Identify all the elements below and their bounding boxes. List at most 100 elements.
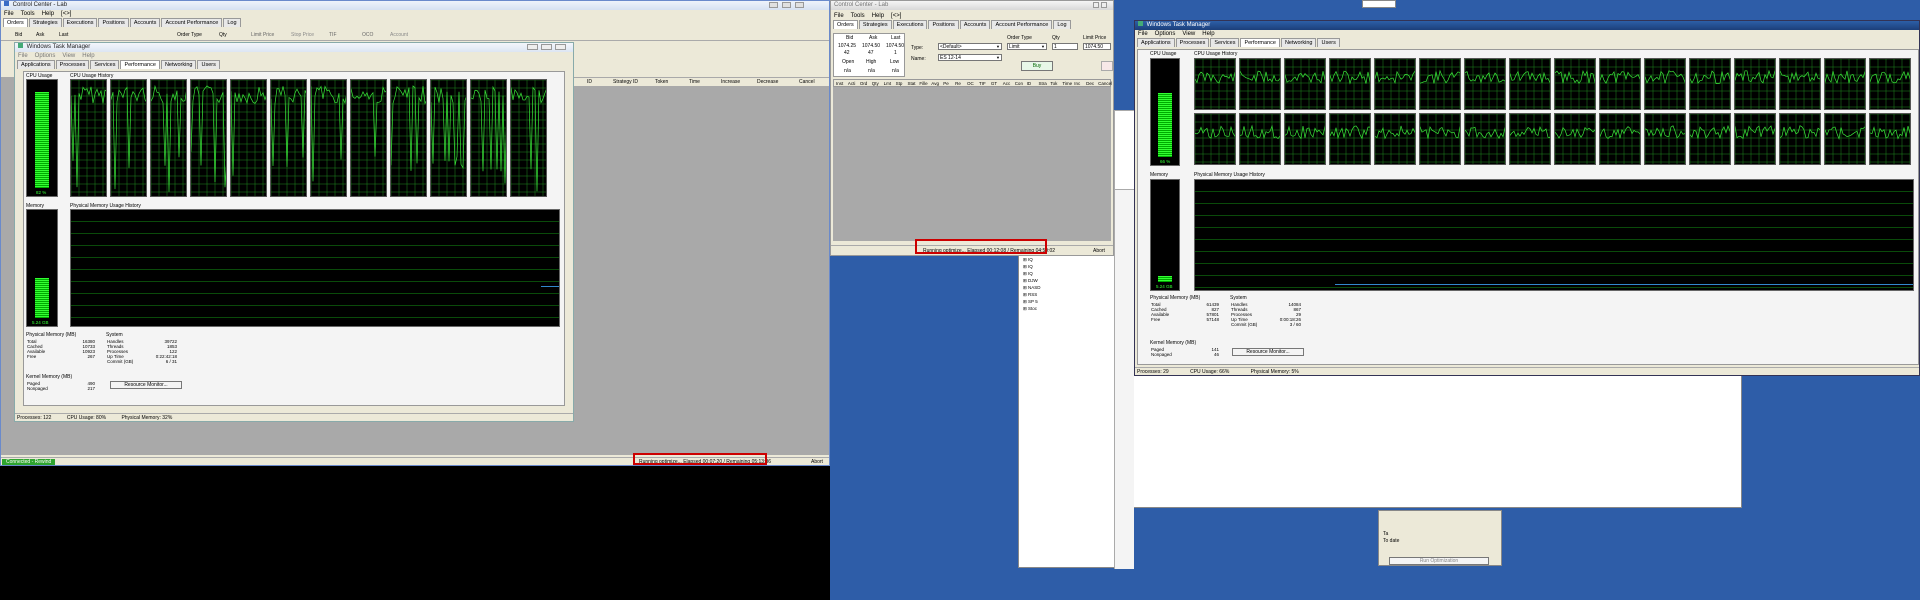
- left_tm-menu-help[interactable]: Help: [82, 52, 94, 60]
- grid-col-dec[interactable]: Dec: [1086, 81, 1094, 86]
- tab-networking[interactable]: Networking: [1280, 38, 1317, 47]
- close-icon[interactable]: [1101, 2, 1107, 8]
- right_tm-menu-file[interactable]: File: [1138, 30, 1148, 38]
- right_tm-menu-view[interactable]: View: [1182, 30, 1195, 38]
- sell-button[interactable]: [1101, 61, 1113, 71]
- tree-item[interactable]: ⊞ NASD: [1023, 285, 1041, 292]
- grid-col-fille[interactable]: Fille: [919, 81, 927, 86]
- cpu-pct-value: 66 %: [1160, 159, 1171, 164]
- type-select[interactable]: <Default> ▼: [938, 43, 1002, 50]
- tab-executions[interactable]: Executions: [62, 18, 98, 27]
- maximize-icon[interactable]: [541, 44, 552, 50]
- tab-strategies[interactable]: Strategies: [28, 18, 62, 27]
- grid-col-re[interactable]: Re: [955, 81, 961, 86]
- resource-monitor-button[interactable]: Resource Monitor...: [110, 381, 182, 389]
- right_tm-menu-help[interactable]: Help: [1202, 30, 1214, 38]
- tree-item[interactable]: ⊞ Stoc: [1023, 306, 1041, 313]
- tab-account-performance[interactable]: Account Performance: [161, 18, 223, 27]
- memory-label: Memory: [1150, 172, 1169, 178]
- qty-stepper[interactable]: 1: [1052, 43, 1078, 50]
- grid-col-con[interactable]: Con: [1015, 81, 1023, 86]
- mid_app-menu-tools[interactable]: Tools: [851, 12, 865, 20]
- grid-col-gt[interactable]: GT: [991, 81, 997, 86]
- tab-processes[interactable]: Processes: [55, 60, 90, 69]
- grid-col-time[interactable]: Time: [1062, 81, 1072, 86]
- grid-col-stat[interactable]: Stat: [907, 81, 915, 86]
- grid-col-ord[interactable]: Ord: [860, 81, 868, 86]
- name-select[interactable]: ES 12-14 ▼: [938, 54, 1002, 61]
- tab-users[interactable]: Users: [1317, 38, 1340, 47]
- tab-executions[interactable]: Executions: [892, 20, 928, 29]
- tab-account-performance[interactable]: Account Performance: [991, 20, 1053, 29]
- left_tm-menu-file[interactable]: File: [18, 52, 28, 60]
- grid-col-avg[interactable]: Avg: [931, 81, 939, 86]
- tree-item[interactable]: ⊞ IQ: [1023, 257, 1041, 264]
- tree-item[interactable]: ⊞ SP 5: [1023, 299, 1041, 306]
- tab-orders[interactable]: Orders: [833, 20, 858, 29]
- grid-col-stp[interactable]: Stp: [896, 81, 903, 86]
- grid-col-oc[interactable]: OC: [967, 81, 974, 86]
- tab-performance[interactable]: Performance: [1240, 38, 1280, 47]
- order-type-select[interactable]: Limit ▼: [1007, 43, 1047, 50]
- resource-monitor-button[interactable]: Resource Monitor...: [1232, 348, 1304, 356]
- minimize-icon[interactable]: [527, 44, 538, 50]
- tab-processes[interactable]: Processes: [1175, 38, 1210, 47]
- grid-col-inst[interactable]: Inst: [836, 81, 843, 86]
- tab-log[interactable]: Log: [1053, 20, 1071, 29]
- grid-col-inc[interactable]: Inc: [1074, 81, 1080, 86]
- tab-accounts[interactable]: Accounts: [129, 18, 161, 27]
- tab-orders[interactable]: Orders: [3, 18, 28, 27]
- tab-networking[interactable]: Networking: [160, 60, 197, 69]
- mid_app-menu-[interactable]: [<>]: [891, 12, 901, 20]
- left-abort-button[interactable]: Abort: [811, 459, 823, 465]
- grid-col-acti[interactable]: Acti: [848, 81, 856, 86]
- tab-services[interactable]: Services: [1210, 38, 1240, 47]
- tab-accounts[interactable]: Accounts: [959, 20, 991, 29]
- grid-col-stra[interactable]: Stra: [1039, 81, 1047, 86]
- tab-log[interactable]: Log: [223, 18, 241, 27]
- mid_app-menu-file[interactable]: File: [834, 12, 844, 20]
- grid-col-lmt[interactable]: Lmt: [884, 81, 892, 86]
- kernel-mem-table: Paged 141 Nonpaged 46: [1150, 347, 1220, 357]
- grid-col-cancel[interactable]: Cancel: [1098, 81, 1112, 86]
- mid_app-menu-help[interactable]: Help: [872, 12, 884, 20]
- tab-positions[interactable]: Positions: [98, 18, 129, 27]
- grid-col-qty[interactable]: Qty: [872, 81, 879, 86]
- limit-price-input[interactable]: 1074.50: [1083, 43, 1111, 50]
- tab-users[interactable]: Users: [197, 60, 220, 69]
- tree-item[interactable]: ⊞ DJW: [1023, 278, 1041, 285]
- grid-col-acc[interactable]: Acc: [1003, 81, 1011, 86]
- tree-item[interactable]: ⊞ IQ: [1023, 271, 1041, 278]
- tab-performance[interactable]: Performance: [120, 60, 160, 69]
- grid-col-id[interactable]: ID: [1027, 81, 1032, 86]
- left_tm-menu-options[interactable]: Options: [35, 52, 56, 60]
- tab-applications[interactable]: Applications: [17, 60, 55, 69]
- grid-col-pe[interactable]: Pe: [943, 81, 949, 86]
- left_app-menu-[interactable]: [<>]: [61, 10, 71, 18]
- left_app-menu-tools[interactable]: Tools: [21, 10, 35, 18]
- close-icon[interactable]: [795, 2, 804, 8]
- right_tm-menu-options[interactable]: Options: [1155, 30, 1176, 38]
- left_tm-menu-view[interactable]: View: [62, 52, 75, 60]
- tab-applications[interactable]: Applications: [1137, 38, 1175, 47]
- grid-col-tif[interactable]: TIF: [979, 81, 986, 86]
- mid-abort-button[interactable]: Abort: [1093, 247, 1105, 255]
- minimize-icon[interactable]: [769, 2, 778, 8]
- left_app-menu-help[interactable]: Help: [42, 10, 54, 18]
- close-icon[interactable]: [555, 44, 566, 50]
- mid-order-grid[interactable]: [833, 87, 1111, 241]
- run-optimization-button[interactable]: Run Optimization: [1389, 557, 1489, 565]
- left_app-menu-file[interactable]: File: [4, 10, 14, 18]
- tree-item[interactable]: ⊞ IQ: [1023, 264, 1041, 271]
- cpu-core-graph: [1374, 58, 1416, 110]
- tab-services[interactable]: Services: [90, 60, 120, 69]
- minimize-icon[interactable]: [1093, 2, 1099, 8]
- tm-status-mem: Physical Memory: 5%: [1250, 369, 1299, 375]
- grid-col-tok[interactable]: Tok: [1050, 81, 1057, 86]
- maximize-icon[interactable]: [782, 2, 791, 8]
- buy-button[interactable]: Buy: [1021, 61, 1053, 71]
- cpu-core-graph: [70, 79, 107, 197]
- tree-item[interactable]: ⊞ RSS: [1023, 292, 1041, 299]
- tab-strategies[interactable]: Strategies: [858, 20, 892, 29]
- tab-positions[interactable]: Positions: [928, 20, 959, 29]
